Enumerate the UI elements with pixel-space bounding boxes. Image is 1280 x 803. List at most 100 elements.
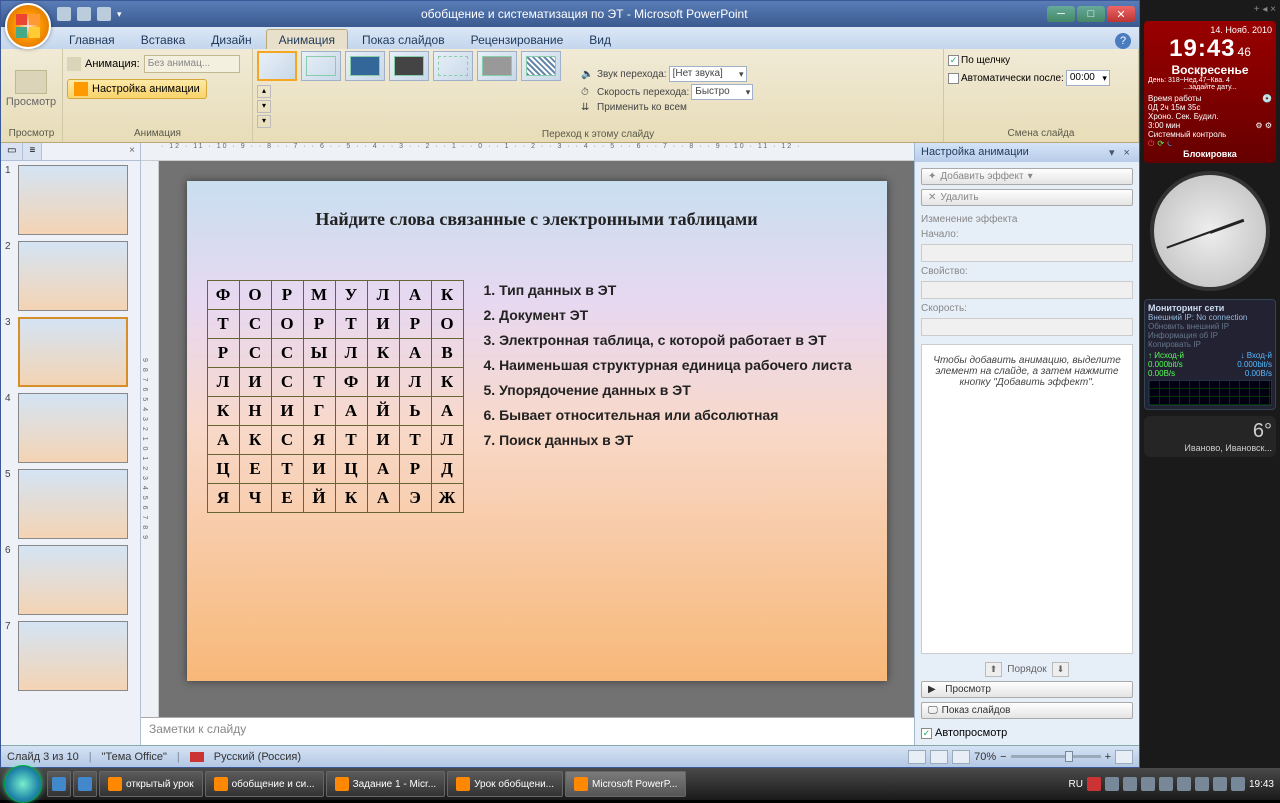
maximize-button[interactable]: □: [1077, 6, 1105, 22]
gallery-down-icon[interactable]: ▾: [257, 100, 271, 113]
taskbar-app[interactable]: Microsoft PowerP...: [565, 771, 686, 797]
tray-icon[interactable]: [1159, 777, 1173, 791]
editor: · 12 · 11 · 10 · 9 · · 8 · · 7 · · 6 · ·…: [141, 143, 914, 745]
slide-thumb[interactable]: [18, 545, 128, 615]
sorter-view-button[interactable]: [930, 750, 948, 764]
slides-tab[interactable]: ▭: [1, 143, 23, 160]
sound-combo[interactable]: [Нет звука]: [669, 66, 747, 82]
taskbar-app[interactable]: обобщение и си...: [205, 771, 324, 797]
language[interactable]: Русский (Россия): [214, 751, 301, 763]
thumbnails-list: 1234567: [1, 161, 140, 745]
onclick-checkbox[interactable]: ✓: [948, 55, 959, 66]
theme-name[interactable]: "Тема Office": [102, 751, 167, 763]
taskbar-app[interactable]: открытый урок: [99, 771, 203, 797]
animpane-controls[interactable]: ▾ ×: [1109, 146, 1133, 159]
tab-Дизайн[interactable]: Дизайн: [199, 30, 263, 49]
network-gadget[interactable]: Мониторинг сети Внешний IP: No connectio…: [1144, 299, 1276, 410]
panel-close-icon[interactable]: ×: [124, 143, 140, 160]
tray-icon[interactable]: [1213, 777, 1227, 791]
digital-clock-gadget[interactable]: 14. Нояб. 2010 19:4346 Воскресенье День:…: [1144, 21, 1276, 163]
transition-thumb[interactable]: [521, 51, 561, 81]
slide-canvas[interactable]: Найдите слова связанные с электронными т…: [159, 161, 914, 717]
speed-combo[interactable]: Быстро: [691, 84, 753, 100]
help-icon[interactable]: ?: [1115, 33, 1131, 49]
animation-selector: Анимация: Без анимац...: [67, 55, 240, 73]
transition-none[interactable]: [257, 51, 297, 81]
zoom-out-icon[interactable]: −: [1000, 751, 1006, 763]
autopreview-checkbox[interactable]: ✓: [921, 728, 932, 739]
save-icon[interactable]: [57, 7, 71, 21]
slide-thumb[interactable]: [18, 621, 128, 691]
custom-animation-button[interactable]: Настройка анимации: [67, 79, 207, 99]
gallery-up-icon[interactable]: ▴: [257, 85, 271, 98]
tab-Анимация[interactable]: Анимация: [266, 29, 348, 49]
zoom-value[interactable]: 70%: [974, 751, 996, 763]
slide-counter[interactable]: Слайд 3 из 10: [7, 751, 79, 763]
volume-icon[interactable]: [1231, 777, 1245, 791]
tray-icon[interactable]: [1141, 777, 1155, 791]
group-label-transition: Переход к этому слайду: [257, 128, 939, 141]
quicklaunch[interactable]: [47, 771, 71, 797]
clue-list[interactable]: 1. Тип данных в ЭТ2. Документ ЭТ3. Элект…: [484, 280, 852, 513]
notes-pane[interactable]: Заметки к слайду: [141, 717, 914, 745]
speed-combo: [921, 318, 1133, 336]
gallery-more-icon[interactable]: ▾: [257, 115, 271, 128]
tray-icon[interactable]: [1087, 777, 1101, 791]
normal-view-button[interactable]: [908, 750, 926, 764]
tab-Вставка[interactable]: Вставка: [129, 30, 198, 49]
fit-button[interactable]: [1115, 750, 1133, 764]
transition-thumb[interactable]: [477, 51, 517, 81]
preview-button[interactable]: Просмотр: [5, 70, 57, 108]
taskbar-app[interactable]: Задание 1 - Micr...: [326, 771, 446, 797]
tab-Показ слайдов[interactable]: Показ слайдов: [350, 30, 457, 49]
animpane-title: Настройка анимации▾ ×: [915, 143, 1139, 162]
undo-icon[interactable]: [77, 7, 91, 21]
office-button[interactable]: [5, 3, 51, 49]
tab-Главная[interactable]: Главная: [57, 30, 127, 49]
slideshow-button[interactable]: 🖵 Показ слайдов: [921, 702, 1133, 719]
animation-combo[interactable]: Без анимац...: [144, 55, 240, 73]
slide-title[interactable]: Найдите слова связанные с электронными т…: [207, 209, 867, 230]
slideshow-view-button[interactable]: [952, 750, 970, 764]
quicklaunch[interactable]: [73, 771, 97, 797]
tab-Рецензирование[interactable]: Рецензирование: [459, 30, 576, 49]
transition-gallery[interactable]: ▴ ▾ ▾: [257, 51, 577, 128]
ribbon: Просмотр Просмотр Анимация: Без анимац..…: [1, 49, 1139, 143]
spellcheck-icon[interactable]: [190, 752, 204, 762]
autoafter-time[interactable]: 00:00: [1066, 70, 1110, 86]
redo-icon[interactable]: [97, 7, 111, 21]
zoom-in-icon[interactable]: +: [1105, 751, 1111, 763]
tray-clock[interactable]: 19:43: [1249, 779, 1274, 790]
minimize-button[interactable]: ─: [1047, 6, 1075, 22]
word-search-grid[interactable]: ФОРМУЛАКТСОРТИРОРССЫЛКАВЛИСТФИЛККНИГАЙЬА…: [207, 280, 464, 513]
add-effect-button[interactable]: ✦ Добавить эффект ▾: [921, 168, 1133, 185]
slide-thumb[interactable]: [18, 317, 128, 387]
zoom-slider[interactable]: [1011, 755, 1101, 758]
tab-Вид[interactable]: Вид: [577, 30, 623, 49]
transition-thumb[interactable]: [345, 51, 385, 81]
autoafter-checkbox[interactable]: [948, 73, 959, 84]
transition-thumb[interactable]: [301, 51, 341, 81]
slide[interactable]: Найдите слова связанные с электронными т…: [187, 181, 887, 681]
slide-thumb[interactable]: [18, 241, 128, 311]
transition-thumb[interactable]: [433, 51, 473, 81]
slide-thumb[interactable]: [18, 469, 128, 539]
anim-icon: [67, 57, 81, 71]
weather-gadget[interactable]: 6° Иваново, Ивановск...: [1144, 416, 1276, 457]
preview-button[interactable]: ▶ Просмотр: [921, 681, 1133, 698]
system-tray[interactable]: RU 19:43: [1069, 777, 1280, 791]
apply-all-button[interactable]: ⇊Применить ко всем: [581, 102, 753, 113]
slide-thumb[interactable]: [18, 165, 128, 235]
slide-thumb[interactable]: [18, 393, 128, 463]
tray-icon[interactable]: [1195, 777, 1209, 791]
start-button[interactable]: [4, 765, 42, 803]
tray-icon[interactable]: [1123, 777, 1137, 791]
analog-clock-gadget[interactable]: [1150, 171, 1270, 291]
close-button[interactable]: ✕: [1107, 6, 1135, 22]
tray-icon[interactable]: [1105, 777, 1119, 791]
transition-thumb[interactable]: [389, 51, 429, 81]
outline-tab[interactable]: ≡: [23, 143, 42, 160]
lang-indicator[interactable]: RU: [1069, 779, 1083, 790]
taskbar-app[interactable]: Урок обобщени...: [447, 771, 563, 797]
tray-icon[interactable]: [1177, 777, 1191, 791]
